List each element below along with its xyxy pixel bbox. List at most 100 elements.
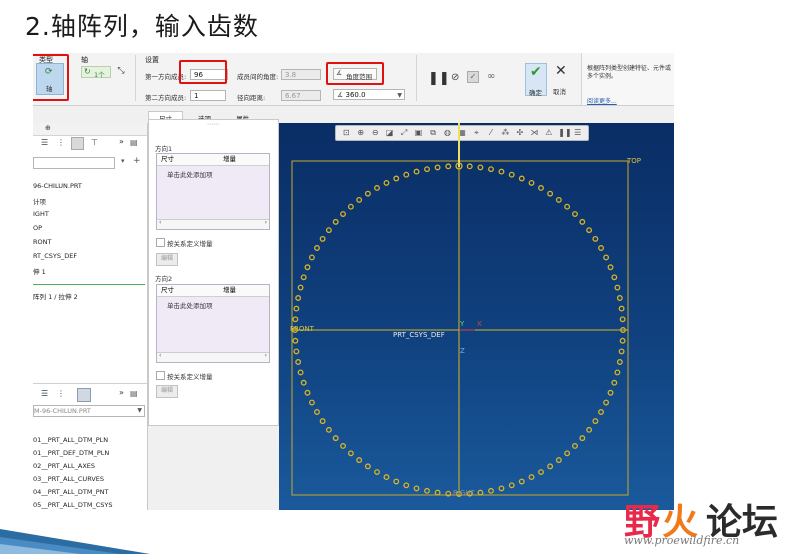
no-preview-icon[interactable]: ⊘	[451, 72, 459, 83]
pattern-member[interactable]	[292, 337, 299, 344]
pattern-member[interactable]	[488, 166, 494, 173]
layer-item[interactable]: 01__PRT_DEF_DTM_PLN	[33, 449, 109, 457]
pattern-member[interactable]	[611, 274, 618, 281]
pattern-member[interactable]	[297, 369, 304, 376]
pattern-member[interactable]	[555, 457, 562, 464]
scroll-left-icon[interactable]: ‹	[159, 219, 161, 226]
pattern-member[interactable]	[413, 168, 420, 175]
angle-between-input[interactable]: 3.8	[281, 69, 321, 80]
pattern-member[interactable]	[393, 175, 400, 182]
pattern-member[interactable]	[364, 190, 371, 197]
pattern-member[interactable]	[579, 218, 586, 225]
pattern-member[interactable]	[297, 284, 304, 291]
layer-item[interactable]: 03__PRT_ALL_CURVES	[33, 475, 104, 483]
grid-icon[interactable]	[71, 137, 84, 150]
pattern-member[interactable]	[325, 227, 332, 234]
pattern-member[interactable]	[325, 426, 332, 433]
pattern-member[interactable]	[424, 166, 430, 173]
pattern-member[interactable]	[466, 163, 473, 170]
pattern-member[interactable]	[555, 196, 562, 203]
pattern-member[interactable]	[300, 379, 307, 386]
pattern-member[interactable]	[293, 305, 300, 312]
pattern-member[interactable]	[616, 359, 623, 365]
tree-item[interactable]: 计项	[33, 196, 46, 206]
direction2-table[interactable]: 尺寸 增量 单击此处添加项 ‹ ›	[156, 284, 270, 363]
radial-distance-input[interactable]: 6.67	[281, 90, 321, 101]
list-icon[interactable]: ☰	[41, 389, 48, 398]
pattern-member[interactable]	[374, 185, 380, 191]
pattern-member[interactable]	[598, 245, 604, 251]
tree-item[interactable]: 阵列 1 / 拉伸 2	[33, 291, 78, 301]
pattern-member[interactable]	[374, 469, 380, 475]
pattern-member[interactable]	[383, 179, 390, 186]
add-column-icon[interactable]: +	[133, 156, 141, 166]
pattern-member[interactable]	[498, 168, 505, 175]
pattern-member[interactable]	[579, 435, 586, 442]
add-item-text[interactable]: 单击此处添加项	[167, 300, 269, 310]
pattern-member[interactable]	[319, 418, 326, 425]
pattern-member[interactable]	[308, 254, 315, 261]
doc-icon[interactable]: ▤	[130, 138, 138, 147]
pattern-member[interactable]	[614, 284, 621, 291]
pattern-member[interactable]	[434, 164, 441, 171]
dir2-members-input[interactable]: 1	[190, 90, 226, 101]
pattern-member[interactable]	[564, 450, 571, 457]
doc-icon[interactable]: ▤	[130, 389, 138, 398]
pattern-member[interactable]	[319, 235, 326, 242]
ok-button[interactable]: ✔ 确定	[525, 63, 547, 97]
edit-button-1[interactable]: 编辑	[156, 253, 178, 266]
pattern-member[interactable]	[518, 478, 525, 485]
pattern-member[interactable]	[528, 474, 535, 481]
layer-item[interactable]: 01__PRT_ALL_DTM_PLN	[33, 436, 108, 444]
scroll-left-icon[interactable]: ‹	[159, 352, 161, 359]
scrollbar[interactable]: ‹ ›	[157, 219, 269, 229]
pattern-member[interactable]	[413, 485, 420, 492]
pattern-member[interactable]	[295, 295, 302, 301]
add-item-text[interactable]: 单击此处添加项	[167, 169, 269, 179]
pattern-member[interactable]	[314, 245, 320, 251]
layers-icon[interactable]	[77, 388, 91, 402]
pattern-member[interactable]	[618, 348, 625, 355]
pattern-member[interactable]	[528, 179, 535, 186]
pattern-member[interactable]	[332, 218, 339, 225]
pattern-member[interactable]	[445, 163, 452, 170]
model-select[interactable]: M-96-CHILUN.PRT ▼	[33, 405, 145, 417]
pattern-member[interactable]	[614, 369, 621, 376]
flip-axis-icon[interactable]: ⤡	[115, 66, 127, 78]
pattern-member[interactable]	[393, 478, 400, 485]
pattern-member[interactable]	[616, 295, 623, 301]
pattern-member[interactable]	[598, 409, 604, 415]
pattern-member[interactable]	[607, 264, 614, 271]
pattern-member[interactable]	[572, 211, 578, 217]
tree-item[interactable]: 伸 1	[33, 266, 46, 276]
pattern-member[interactable]	[611, 379, 618, 386]
pattern-member[interactable]	[498, 485, 505, 492]
pattern-member[interactable]	[518, 175, 525, 182]
drag-handle[interactable]: ⋯⋯	[207, 121, 219, 128]
pattern-member[interactable]	[538, 185, 544, 191]
pattern-member[interactable]	[572, 443, 578, 449]
pattern-member[interactable]	[508, 482, 515, 489]
pattern-member[interactable]	[592, 235, 599, 242]
pattern-member[interactable]	[603, 254, 610, 261]
pattern-member[interactable]	[340, 211, 346, 217]
scroll-right-icon[interactable]: ›	[265, 352, 267, 359]
tree-item[interactable]: 96-CHILUN.PRT	[33, 182, 82, 190]
filter-icon[interactable]: ⊤	[91, 138, 98, 147]
pattern-member[interactable]	[293, 348, 300, 355]
pattern-member[interactable]	[304, 389, 311, 396]
layer-item[interactable]: 04__PRT_ALL_DTM_PNT	[33, 488, 108, 496]
pattern-member[interactable]	[477, 489, 484, 496]
pattern-member[interactable]	[295, 359, 302, 365]
pattern-member[interactable]	[547, 190, 554, 197]
angle-range-input[interactable]: ∡ 360.0 ▼	[333, 89, 405, 100]
scroll-right-icon[interactable]: ›	[265, 219, 267, 226]
tree-search-input[interactable]	[33, 157, 115, 169]
pattern-member[interactable]	[508, 171, 515, 178]
tree-item[interactable]: OP	[33, 224, 42, 232]
pattern-member[interactable]	[603, 399, 610, 406]
pattern-member[interactable]	[403, 171, 410, 178]
graphics-viewport[interactable]: ⊡ ⊕ ⊖ ◪ ⤢ ▣ ⧉ ◍ ▦ ⌖ ⁄ ⁂ ✣ ⋊ ⚠ ❚❚ ☰ TOP F…	[279, 123, 674, 510]
pattern-member[interactable]	[356, 457, 363, 464]
pattern-member[interactable]	[586, 426, 593, 433]
